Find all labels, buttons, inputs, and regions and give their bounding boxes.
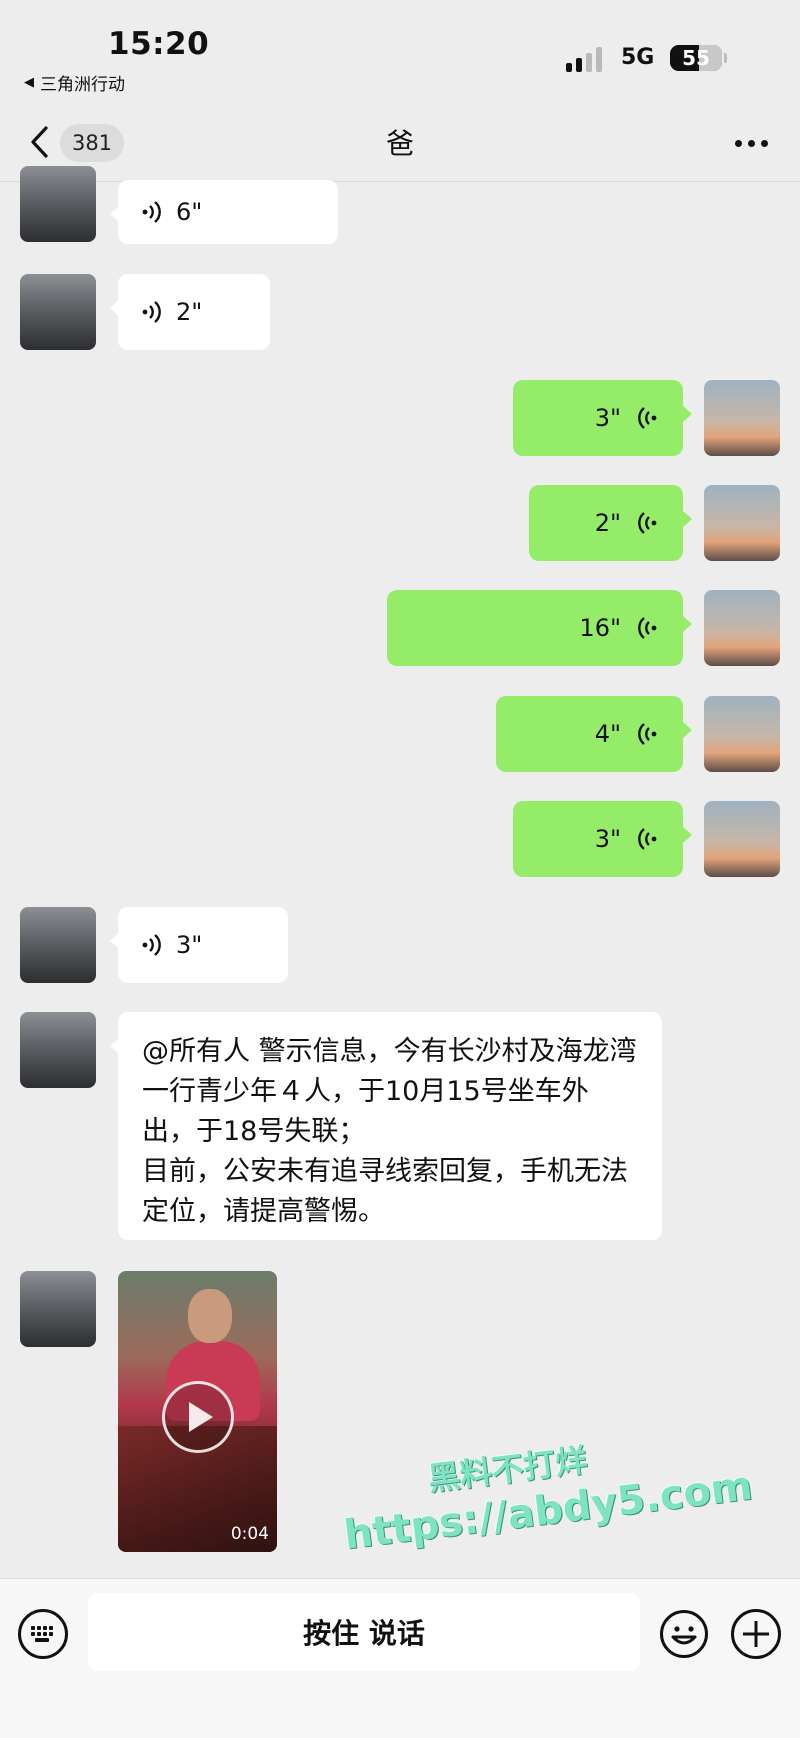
avatar[interactable] bbox=[20, 166, 96, 242]
avatar[interactable] bbox=[704, 485, 780, 561]
voice-duration: 3" bbox=[594, 404, 621, 432]
voice-message-bubble[interactable]: 2" bbox=[529, 485, 692, 561]
avatar[interactable] bbox=[704, 696, 780, 772]
more-options-icon[interactable] bbox=[728, 128, 774, 158]
voice-wave-icon bbox=[638, 407, 657, 429]
voice-duration: 4" bbox=[594, 720, 621, 748]
voice-message-bubble[interactable]: 2" bbox=[110, 274, 270, 350]
back-to-app-link[interactable]: ◀ 三角洲行动 bbox=[24, 70, 125, 95]
battery-icon: 55 bbox=[670, 45, 722, 71]
input-bar: 按住 说话 bbox=[0, 1578, 800, 1738]
avatar[interactable] bbox=[704, 801, 780, 877]
voice-wave-icon bbox=[638, 512, 657, 534]
avatar[interactable] bbox=[20, 907, 96, 983]
voice-message-bubble[interactable]: 3" bbox=[110, 907, 288, 983]
voice-wave-icon bbox=[142, 301, 161, 323]
chat-header: 381 爸 bbox=[0, 100, 800, 182]
voice-duration: 16" bbox=[579, 614, 621, 642]
text-message-bubble[interactable]: @所有人 警示信息，今有长沙村及海龙湾一行青少年４人，于10月15号坐车外出，于… bbox=[110, 1012, 662, 1240]
hold-to-talk-button[interactable]: 按住 说话 bbox=[88, 1593, 640, 1671]
voice-wave-icon bbox=[638, 723, 657, 745]
message-text: @所有人 警示信息，今有长沙村及海龙湾一行青少年４人，于10月15号坐车外出，于… bbox=[142, 1036, 637, 1227]
chat-title: 爸 bbox=[385, 127, 414, 160]
avatar[interactable] bbox=[20, 274, 96, 350]
voice-message-bubble[interactable]: 16" bbox=[387, 590, 692, 666]
status-bar: 15:20 ◀ 三角洲行动 5G 55 bbox=[0, 0, 800, 100]
video-duration: 0:04 bbox=[230, 1524, 269, 1544]
voice-wave-icon bbox=[142, 201, 161, 223]
voice-message-bubble[interactable]: 3" bbox=[513, 801, 692, 877]
voice-duration: 3" bbox=[176, 931, 203, 959]
back-chevron-icon[interactable] bbox=[24, 122, 58, 162]
play-icon[interactable] bbox=[162, 1381, 234, 1453]
avatar[interactable] bbox=[20, 1271, 96, 1347]
voice-duration: 6" bbox=[176, 198, 203, 226]
voice-message-bubble[interactable]: 3" bbox=[513, 380, 692, 456]
back-app-label: 三角洲行动 bbox=[40, 75, 125, 95]
battery-cap bbox=[724, 53, 727, 63]
emoji-icon[interactable] bbox=[659, 1609, 709, 1659]
voice-duration: 2" bbox=[594, 509, 621, 537]
avatar[interactable] bbox=[704, 590, 780, 666]
avatar[interactable] bbox=[20, 1012, 96, 1088]
voice-duration: 2" bbox=[176, 298, 203, 326]
watermark: 黑料不打烊 https://abdy5.com bbox=[336, 1415, 755, 1559]
add-more-icon[interactable] bbox=[731, 1609, 781, 1659]
voice-wave-icon bbox=[638, 828, 657, 850]
back-triangle-icon: ◀ bbox=[24, 75, 34, 90]
voice-wave-icon bbox=[638, 617, 657, 639]
network-type: 5G bbox=[621, 45, 655, 70]
status-time: 15:20 bbox=[108, 26, 210, 62]
voice-wave-icon bbox=[142, 934, 161, 956]
voice-duration: 3" bbox=[594, 825, 621, 853]
unread-count-badge[interactable]: 381 bbox=[60, 124, 124, 162]
cellular-signal-icon bbox=[566, 46, 602, 72]
voice-message-bubble[interactable]: 6" bbox=[110, 180, 338, 244]
avatar[interactable] bbox=[704, 380, 780, 456]
battery-level: 55 bbox=[682, 46, 710, 70]
voice-message-bubble[interactable]: 4" bbox=[496, 696, 692, 772]
video-message[interactable]: 0:04 bbox=[118, 1271, 277, 1552]
keyboard-toggle-icon[interactable] bbox=[18, 1609, 68, 1659]
